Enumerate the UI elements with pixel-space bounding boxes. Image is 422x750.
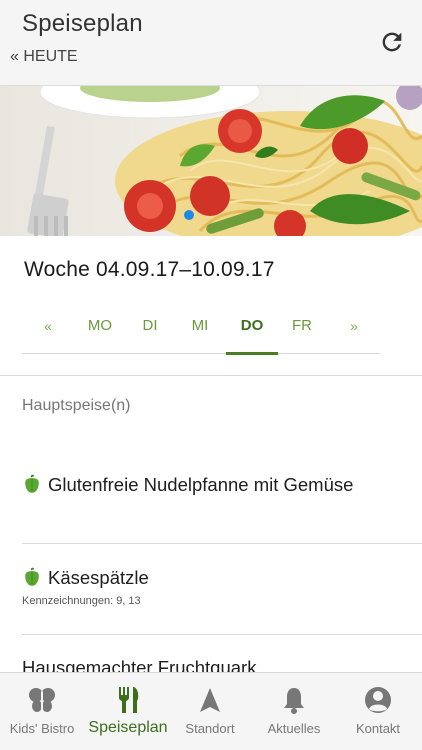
tab-do[interactable]: DO bbox=[226, 306, 278, 355]
dish-name: Glutenfreie Nudelpfanne mit Gemüse bbox=[22, 472, 402, 498]
dish-name-text: Käsespätzle bbox=[48, 567, 149, 588]
fork-knife-icon bbox=[119, 687, 139, 713]
divider bbox=[0, 375, 422, 376]
dish-item[interactable]: Glutenfreie Nudelpfanne mit Gemüse bbox=[22, 472, 402, 498]
tab-fr[interactable]: FR bbox=[284, 306, 320, 354]
vegetarian-pepper-icon bbox=[25, 474, 39, 493]
butterfly-icon bbox=[29, 688, 55, 712]
carousel-indicator-dot bbox=[184, 210, 194, 220]
section-label-main-dishes: Hauptspeise(n) bbox=[22, 397, 131, 414]
nav-item-aktuelles[interactable]: Aktuelles bbox=[252, 673, 336, 750]
tab-mi[interactable]: MI bbox=[182, 306, 218, 354]
nav-label: Kontakt bbox=[355, 721, 401, 736]
back-to-today-link[interactable]: « HEUTE bbox=[10, 48, 78, 66]
tab-mo[interactable]: MO bbox=[80, 306, 120, 354]
divider bbox=[22, 634, 422, 635]
dish-name: Käsespätzle bbox=[22, 565, 402, 591]
person-circle-icon bbox=[365, 687, 391, 713]
day-tabs: « MO DI MI DO FR » bbox=[22, 306, 380, 355]
nav-item-standort[interactable]: Standort bbox=[168, 673, 252, 750]
tab-di[interactable]: DI bbox=[132, 306, 168, 354]
previous-week-button[interactable]: « bbox=[36, 306, 60, 354]
navigation-arrow-icon bbox=[200, 688, 220, 712]
week-label: Woche 04.09.17–10.09.17 bbox=[24, 258, 275, 281]
dish-name-text: Glutenfreie Nudelpfanne mit Gemüse bbox=[48, 474, 354, 495]
bell-icon bbox=[284, 688, 304, 714]
vegetarian-pepper-icon bbox=[25, 567, 39, 586]
nav-item-kontakt[interactable]: Kontakt bbox=[336, 673, 420, 750]
hero-food-image bbox=[0, 86, 422, 236]
nav-item-speiseplan[interactable]: Speiseplan bbox=[86, 673, 170, 750]
refresh-icon[interactable] bbox=[378, 28, 406, 56]
app-header: Speiseplan « HEUTE bbox=[0, 0, 422, 86]
nav-item-kids-bistro[interactable]: Kids' Bistro bbox=[0, 673, 84, 750]
divider bbox=[22, 543, 422, 544]
dish-allergen-note: Kennzeichnungen: 9, 13 bbox=[22, 595, 141, 607]
page-title: Speiseplan bbox=[22, 10, 143, 37]
dish-item[interactable]: Käsespätzle Kennzeichnungen: 9, 13 bbox=[22, 565, 402, 607]
next-week-button[interactable]: » bbox=[342, 306, 366, 354]
bottom-navigation: Kids' Bistro Speiseplan Standort Aktuell… bbox=[0, 672, 422, 750]
